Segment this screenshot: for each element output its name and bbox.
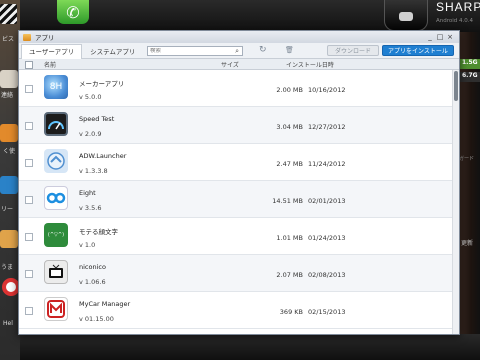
niconico-tv-icon — [44, 260, 68, 284]
table-row[interactable]: Eight v 3.5.6 14.51 MB 02/01/2013 — [19, 181, 453, 218]
row-checkbox[interactable] — [25, 85, 33, 93]
launcher-home-icon — [44, 149, 68, 173]
device-thumbnail — [384, 0, 428, 31]
window-titlebar[interactable]: アプリ _ □ × — [19, 31, 459, 43]
app-version: v 3.5.6 — [79, 204, 102, 212]
video-clapper-icon[interactable] — [0, 4, 17, 24]
desktop-label-4: リー — [1, 206, 14, 213]
app-install-date: 02/08/2013 — [308, 271, 346, 279]
trash-icon[interactable]: 🗑 — [285, 46, 294, 54]
maximize-button[interactable]: □ — [435, 31, 445, 43]
minimize-button[interactable]: _ — [425, 31, 435, 43]
desktop-card-label: ガード — [459, 156, 475, 162]
app-version: v 1.3.3.8 — [79, 167, 108, 175]
mycar-icon — [44, 297, 68, 321]
app-install-date: 01/24/2013 — [308, 234, 346, 242]
column-install-date[interactable]: インストール日時 — [286, 60, 334, 69]
app-name: Eight — [79, 189, 96, 197]
search-box: ⌕ — [147, 46, 243, 56]
search-input[interactable] — [148, 48, 233, 54]
table-row[interactable]: ADW.Launcher v 1.3.3.8 2.47 MB 11/24/201… — [19, 144, 453, 181]
app-name: MyCar Manager — [79, 300, 131, 308]
app-size: 1.01 MB — [276, 234, 303, 242]
carrier-app-icon: 8H — [44, 75, 68, 99]
storage-indicator-2: 6.7G — [460, 72, 480, 82]
toolbar: ユーザーアプリ システムアプリ ⌕ ↻ 🗑 ダウンロード アプリをインストール — [19, 43, 459, 59]
row-checkbox[interactable] — [25, 307, 33, 315]
kaomoji-icon: (^▽^) — [44, 223, 68, 247]
column-name[interactable]: 名前 — [44, 60, 56, 69]
app-size: 2.07 MB — [276, 271, 303, 279]
install-app-button[interactable]: アプリをインストール — [382, 45, 454, 56]
app-install-date: 02/01/2013 — [308, 197, 346, 205]
app-size: 3.04 MB — [276, 123, 303, 131]
device-os-version: Android 4.0.4 — [436, 18, 474, 24]
app-version: v 1.06.6 — [79, 278, 106, 286]
tab-system-apps[interactable]: システムアプリ — [82, 44, 143, 59]
search-icon[interactable]: ⌕ — [232, 47, 242, 56]
refresh-icon[interactable]: ↻ — [259, 45, 267, 55]
desktop-label-1: ビス — [2, 36, 15, 43]
column-size[interactable]: サイズ — [221, 60, 239, 69]
desktop-label-3: く使 — [3, 148, 16, 155]
app-version: v 5.0.0 — [79, 93, 102, 101]
row-checkbox[interactable] — [25, 233, 33, 241]
close-button[interactable]: × — [445, 31, 455, 43]
select-all-checkbox[interactable] — [25, 61, 33, 69]
desktop-tile-phone[interactable] — [0, 230, 18, 248]
table-row[interactable]: niconico v 1.06.6 2.07 MB 02/08/2013 — [19, 255, 453, 292]
app-size: 369 KB — [279, 308, 303, 316]
desktop-label-6: Hel — [3, 320, 13, 327]
table-row[interactable]: Speed Test v 2.0.9 3.04 MB 12/27/2012 — [19, 107, 453, 144]
desktop-tile-blue[interactable] — [0, 176, 18, 194]
storage-indicator-1: 1.5G — [460, 59, 480, 69]
app-name: モテる顔文字 — [79, 228, 118, 236]
app-version: v 1.0 — [79, 241, 96, 249]
row-checkbox[interactable] — [25, 122, 33, 130]
speedometer-icon — [44, 112, 68, 136]
eight-infinity-icon — [44, 186, 68, 210]
table-header: 名前 サイズ インストール日時 — [19, 59, 459, 70]
app-install-date: 12/27/2012 — [308, 123, 346, 131]
row-checkbox[interactable] — [25, 159, 33, 167]
table-row[interactable]: 8H メーカーアプリ v 5.0.0 2.00 MB 10/16/2012 — [19, 70, 453, 107]
carrier-glyph: 8H — [49, 82, 63, 92]
desktop-label-2: 連絡 — [1, 92, 14, 99]
app-size: 2.00 MB — [276, 86, 303, 94]
desktop-label-5: うま — [1, 264, 14, 271]
row-checkbox[interactable] — [25, 270, 33, 278]
desktop-tile-contacts[interactable] — [0, 70, 18, 88]
app-size: 2.47 MB — [276, 160, 303, 168]
phone-handset-icon: ✆ — [66, 2, 80, 22]
row-checkbox[interactable] — [25, 196, 33, 204]
tab-user-apps[interactable]: ユーザーアプリ — [21, 44, 83, 59]
app-name: メーカーアプリ — [79, 80, 125, 88]
table-row[interactable]: MyCar Manager v 01.15.00 369 KB 02/15/20… — [19, 292, 453, 329]
app-install-date: 11/24/2012 — [308, 160, 346, 168]
device-brand: SHARP — [436, 0, 480, 14]
apps-window: アプリ _ □ × ユーザーアプリ システムアプリ ⌕ ↻ 🗑 ダウンロード ア… — [18, 30, 460, 335]
desktop-bottom-strip — [20, 334, 480, 360]
scrollbar-thumb[interactable] — [454, 71, 458, 101]
app-name: Speed Test — [79, 115, 115, 123]
app-list: 8H メーカーアプリ v 5.0.0 2.00 MB 10/16/2012 Sp… — [19, 70, 459, 334]
table-row[interactable]: (^▽^) モテる顔文字 v 1.0 1.01 MB 01/24/2013 — [19, 218, 453, 255]
window-title: アプリ — [35, 34, 55, 42]
download-button[interactable]: ダウンロード — [327, 45, 379, 56]
app-name: ADW.Launcher — [79, 152, 127, 160]
app-size: 14.51 MB — [272, 197, 303, 205]
kaomoji-glyph: (^▽^) — [47, 232, 65, 238]
app-version: v 2.0.9 — [79, 130, 102, 138]
phone-app-icon[interactable]: ✆ — [57, 0, 89, 24]
app-install-date: 10/16/2012 — [308, 86, 346, 94]
apps-folder-icon — [23, 33, 31, 41]
app-name: niconico — [79, 263, 106, 271]
desktop-refresh-label[interactable]: 更新 — [461, 238, 473, 247]
app-install-date: 02/15/2013 — [308, 308, 346, 316]
app-version: v 01.15.00 — [79, 315, 114, 323]
vertical-scrollbar[interactable] — [452, 70, 459, 334]
desktop-tile-favorites[interactable] — [0, 124, 18, 142]
